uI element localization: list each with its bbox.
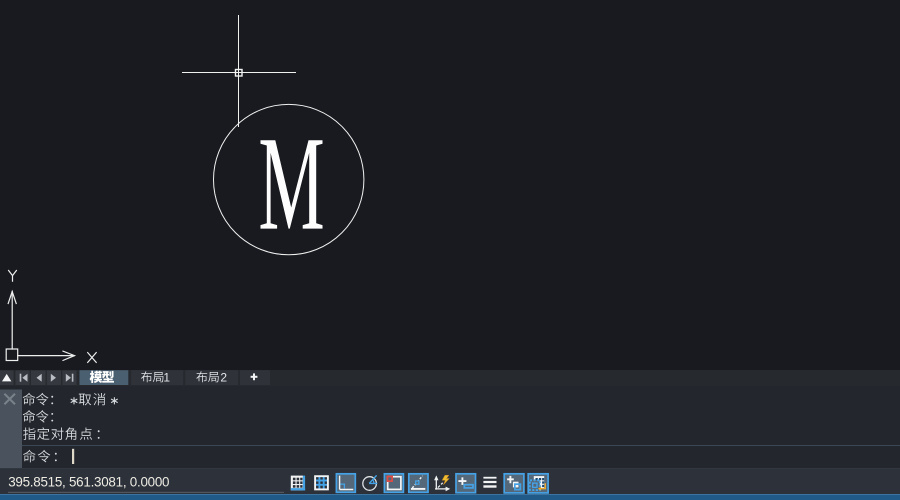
svg-text:2: 2: [220, 370, 227, 384]
svg-text:1: 1: [163, 370, 170, 384]
svg-text:395.8515, 561.3081, 0.0000: 395.8515, 561.3081, 0.0000: [8, 474, 169, 489]
